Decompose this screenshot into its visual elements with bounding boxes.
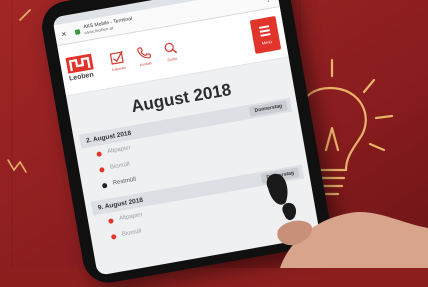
- logo-text: Leoben: [68, 70, 95, 83]
- red-dot-icon: [98, 166, 105, 173]
- search-icon: [164, 42, 178, 54]
- nav-search-label: Suche: [167, 56, 178, 63]
- entry-label: Altpapier: [106, 145, 132, 156]
- nav-search[interactable]: Suche: [157, 33, 185, 70]
- red-dot-icon: [110, 233, 117, 240]
- checkbox-icon: [109, 50, 124, 65]
- nav-contact[interactable]: Kontakt: [131, 38, 159, 75]
- nav-contact-label: Kontakt: [139, 61, 152, 68]
- nav-calendar[interactable]: Kalender: [104, 42, 132, 79]
- menu-button[interactable]: Menü: [249, 15, 282, 54]
- entry-label: Biomüll: [109, 161, 131, 171]
- logo-mark-icon: [65, 53, 94, 74]
- red-dot-icon: [96, 150, 102, 157]
- entry-label: Biomüll: [121, 228, 142, 238]
- close-tab-icon[interactable]: ×: [60, 28, 72, 40]
- entry-label: Restmüll: [112, 176, 137, 187]
- nav-calendar-label: Kalender: [111, 65, 127, 73]
- entry-label: Altpapier: [118, 212, 144, 223]
- leoben-logo[interactable]: Leoben: [65, 52, 103, 83]
- hand: [266, 173, 428, 268]
- menu-label: Menü: [261, 38, 273, 46]
- lock-icon: [74, 28, 81, 35]
- browser-menu-icon[interactable]: ⋮: [263, 0, 272, 3]
- dark-dot-icon: [101, 182, 108, 189]
- phone-icon: [137, 47, 151, 59]
- red-dot-icon: [107, 217, 114, 224]
